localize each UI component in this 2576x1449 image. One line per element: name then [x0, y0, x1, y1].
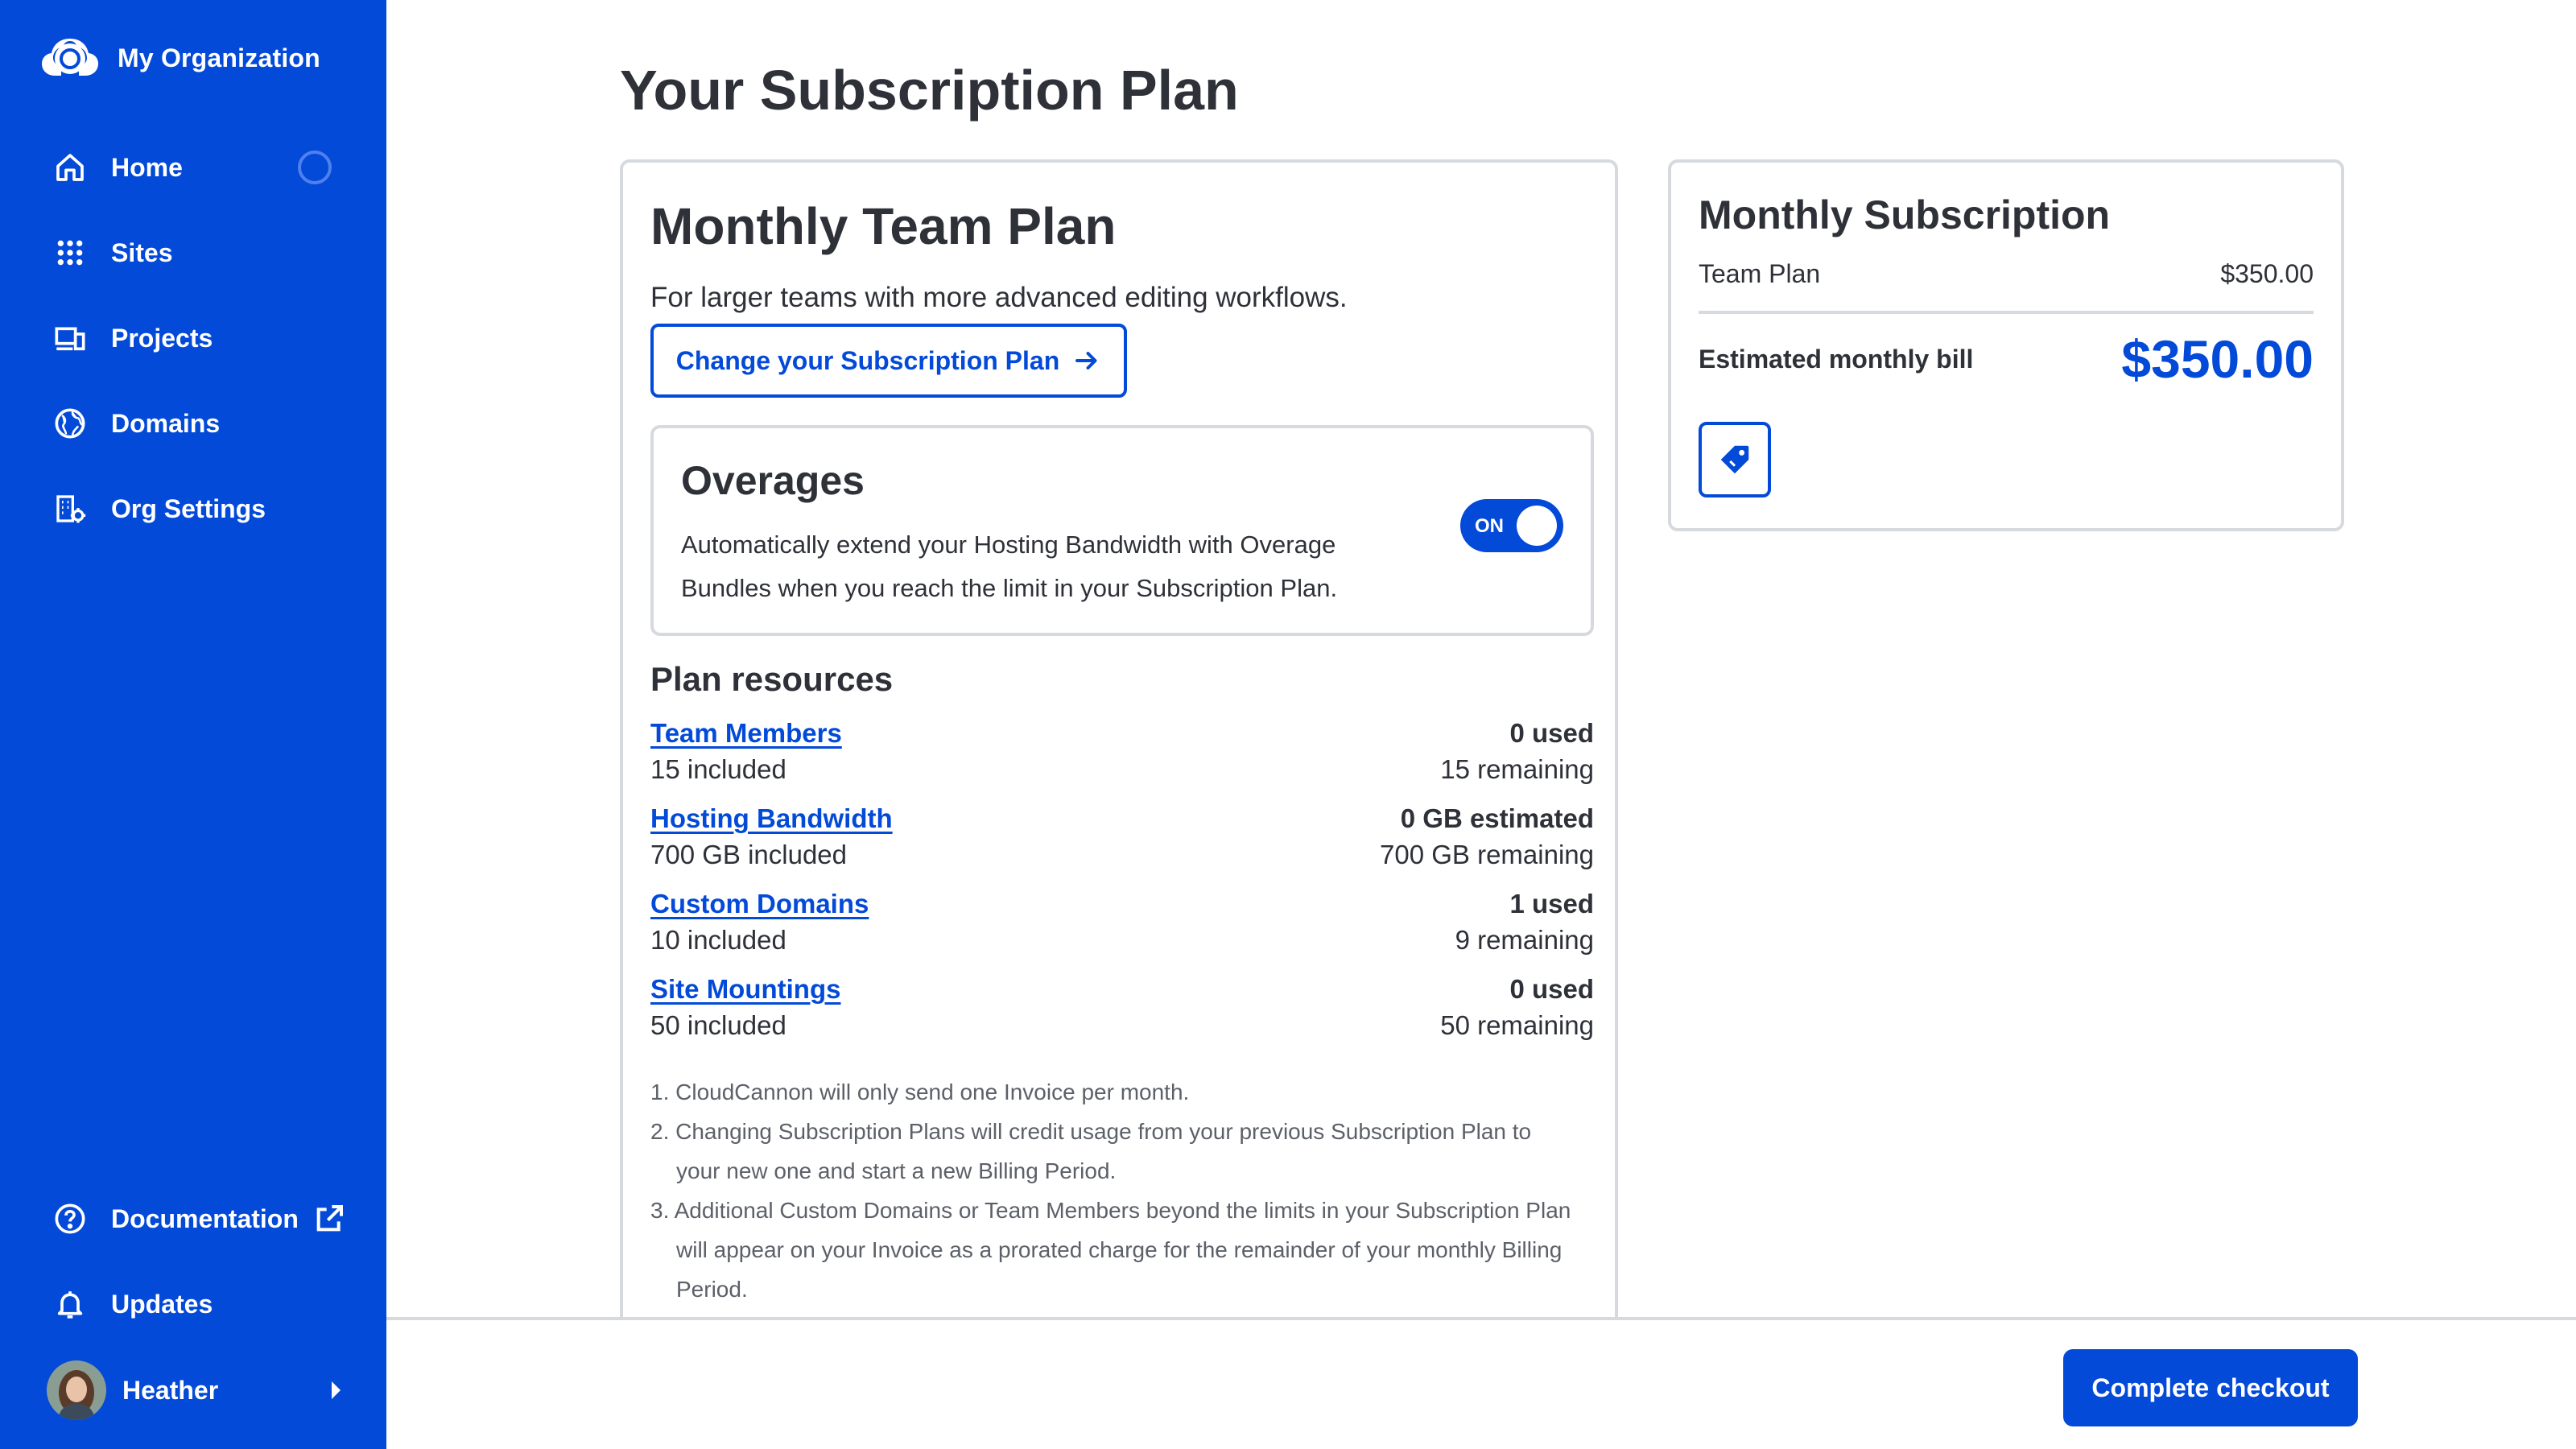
overages-description: Automatically extend your Hosting Bandwi…	[681, 530, 1338, 602]
note-item: 2. Changing Subscription Plans will cred…	[650, 1119, 1532, 1183]
sidebar-item-label: Domains	[111, 408, 221, 438]
resource-link-team-members[interactable]: Team Members	[650, 718, 842, 749]
complete-checkout-button[interactable]: Complete checkout	[2063, 1349, 2358, 1426]
resource-used: 0 used	[1509, 974, 1594, 1004]
globe-icon	[53, 407, 87, 440]
resource-remaining: 700 GB remaining	[1380, 840, 1594, 869]
plan-resources-title: Plan resources	[650, 660, 894, 698]
sidebar-item-projects[interactable]: Projects	[53, 316, 213, 361]
sidebar-item-sites[interactable]: Sites	[53, 230, 172, 275]
plan-card: Monthly Team Plan For larger teams with …	[620, 159, 1618, 1335]
resource-used: 1 used	[1509, 889, 1594, 919]
change-plan-label: Change your Subscription Plan	[675, 345, 1060, 375]
sidebar-item-label: Sites	[111, 237, 173, 267]
sidebar-item-label: Documentation	[111, 1203, 299, 1233]
cloudcannon-logo-icon	[42, 39, 98, 76]
sidebar-item-label: Projects	[111, 323, 213, 353]
bell-icon	[53, 1287, 87, 1321]
estimated-bill-value: $350.00	[2121, 329, 2314, 389]
subscription-title: Monthly Subscription	[1699, 192, 2111, 237]
overages-title: Overages	[681, 458, 865, 503]
plan-description: For larger teams with more advanced edit…	[650, 282, 1348, 313]
sidebar-item-documentation[interactable]: Documentation	[53, 1196, 345, 1241]
help-circle-icon	[53, 1202, 87, 1236]
resource-included: 10 included	[650, 925, 786, 955]
sidebar-item-label: Org Settings	[111, 493, 266, 523]
coupon-button[interactable]	[1699, 422, 1771, 497]
estimated-bill-label: Estimated monthly bill	[1699, 345, 1974, 374]
sidebar-item-updates[interactable]: Updates	[53, 1282, 213, 1327]
arrow-right-icon	[1075, 352, 1097, 369]
org-name: My Organization	[118, 43, 320, 72]
resource-included: 700 GB included	[650, 840, 848, 869]
sidebar-item-org-settings[interactable]: Org Settings	[53, 486, 266, 531]
resource-link-custom-domains[interactable]: Custom Domains	[650, 889, 869, 919]
resource-used: 0 GB estimated	[1400, 803, 1594, 833]
resource-remaining: 50 remaining	[1440, 1010, 1594, 1040]
sidebar-item-label: Home	[111, 152, 183, 182]
devices-icon	[53, 321, 87, 355]
grid-icon	[53, 236, 87, 270]
resource-link-hosting-bandwidth[interactable]: Hosting Bandwidth	[650, 803, 893, 834]
plan-name: Monthly Team Plan	[650, 197, 1117, 255]
main-content: Your Subscription Plan Monthly Team Plan…	[386, 0, 2576, 1335]
resource-remaining: 15 remaining	[1440, 754, 1594, 784]
user-name: Heather	[122, 1375, 219, 1405]
line-item-name: Team Plan	[1699, 259, 1821, 288]
line-item: Team Plan $350.00	[1699, 259, 2314, 289]
plan-notes: 1. CloudCannon will only send one Invoic…	[650, 1072, 1576, 1309]
sidebar: My Organization Home Sites Projects Doma…	[0, 0, 386, 1449]
avatar	[47, 1360, 106, 1420]
resource-included: 15 included	[650, 754, 786, 784]
org-switcher[interactable]: My Organization	[42, 35, 320, 80]
overages-card: Overages Automatically extend your Hosti…	[650, 425, 1594, 636]
resource-row: Team Members 15 included 0 used 15 remai…	[650, 718, 1594, 792]
line-item-price: $350.00	[2220, 259, 2314, 288]
divider	[1699, 311, 2314, 314]
caret-right-icon[interactable]	[332, 1381, 341, 1399]
toggle-state-label: ON	[1475, 515, 1504, 537]
user-menu[interactable]: Heather	[47, 1360, 218, 1420]
change-plan-button[interactable]: Change your Subscription Plan	[650, 324, 1127, 398]
external-link-icon	[316, 1205, 343, 1232]
resource-link-site-mountings[interactable]: Site Mountings	[650, 974, 840, 1005]
building-gear-icon	[53, 492, 87, 526]
resource-remaining: 9 remaining	[1455, 925, 1594, 955]
checkout-footer: Complete checkout	[386, 1317, 2576, 1449]
overages-toggle[interactable]: ON	[1460, 499, 1563, 552]
resource-row: Site Mountings 50 included 0 used 50 rem…	[650, 974, 1594, 1048]
sidebar-item-label: Updates	[111, 1289, 213, 1319]
resource-row: Custom Domains 10 included 1 used 9 rema…	[650, 889, 1594, 963]
subscription-summary-card: Monthly Subscription Team Plan $350.00 E…	[1668, 159, 2344, 531]
sidebar-item-domains[interactable]: Domains	[53, 401, 220, 446]
resource-row: Hosting Bandwidth 700 GB included 0 GB e…	[650, 803, 1594, 877]
note-item: 3. Additional Custom Domains or Team Mem…	[650, 1198, 1571, 1302]
resource-used: 0 used	[1509, 718, 1594, 748]
note-item: 1. CloudCannon will only send one Invoic…	[650, 1080, 1190, 1104]
sidebar-item-home[interactable]: Home	[53, 145, 183, 190]
loading-spinner-icon	[298, 151, 332, 184]
resource-included: 50 included	[650, 1010, 786, 1040]
page-title: Your Subscription Plan	[620, 59, 1239, 122]
home-icon	[53, 151, 87, 184]
toggle-knob	[1517, 506, 1557, 546]
tag-icon	[1720, 445, 1749, 474]
